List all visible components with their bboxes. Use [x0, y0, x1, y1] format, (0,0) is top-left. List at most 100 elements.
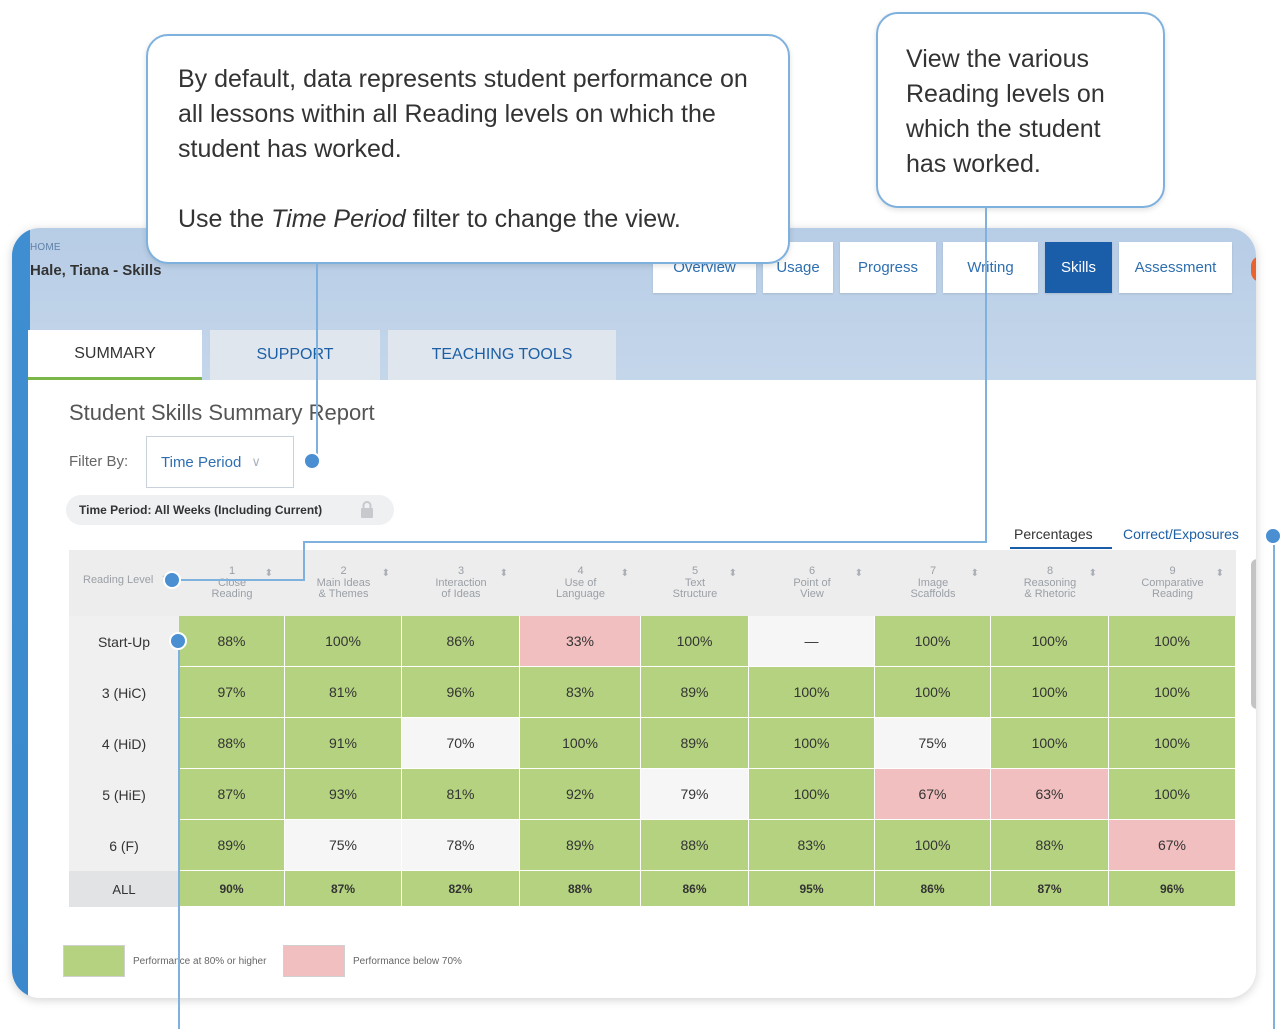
tab-assessment[interactable]: Assessment: [1119, 242, 1232, 293]
table-cell[interactable]: 91%: [285, 718, 402, 769]
table-cell[interactable]: 83%: [749, 820, 875, 871]
table-cell[interactable]: 100%: [1109, 667, 1236, 718]
time-period-chip-label: Time Period: All Weeks (Including Curren…: [79, 503, 323, 517]
header-skill-line2: & Rhetoric: [1024, 588, 1076, 600]
table-cell[interactable]: 63%: [991, 769, 1109, 820]
sort-icon[interactable]: ⬍: [729, 568, 737, 579]
table-scrollbar[interactable]: [1251, 559, 1256, 709]
header-skill-4[interactable]: 4 Use of Language ⬍: [520, 550, 641, 616]
table-cell[interactable]: 100%: [285, 616, 402, 667]
table-cell-all[interactable]: 95%: [749, 871, 875, 907]
table-cell[interactable]: 100%: [749, 718, 875, 769]
table-cell[interactable]: 100%: [520, 718, 641, 769]
table-cell[interactable]: 89%: [641, 718, 749, 769]
header-skill-line2: of Ideas: [441, 588, 481, 600]
table-cell[interactable]: 97%: [179, 667, 285, 718]
table-cell[interactable]: 81%: [402, 769, 520, 820]
tab-skills[interactable]: Skills: [1045, 242, 1112, 293]
table-cell[interactable]: 70%: [402, 718, 520, 769]
subtab-summary[interactable]: SUMMARY: [28, 330, 202, 380]
table-cell[interactable]: 83%: [520, 667, 641, 718]
row-label: 4 (HiD): [69, 718, 179, 769]
table-cell[interactable]: 92%: [520, 769, 641, 820]
table-cell[interactable]: 100%: [875, 667, 991, 718]
sort-icon[interactable]: ⬍: [855, 568, 863, 579]
sort-icon[interactable]: ⬍: [621, 568, 629, 579]
table-cell[interactable]: 100%: [875, 820, 991, 871]
callout-dot-startup: [169, 632, 187, 650]
table-cell[interactable]: 88%: [641, 820, 749, 871]
table-cell[interactable]: 75%: [875, 718, 991, 769]
table-cell[interactable]: 100%: [991, 616, 1109, 667]
table-cell[interactable]: 100%: [991, 667, 1109, 718]
row-label: 3 (HiC): [69, 667, 179, 718]
table-cell-all[interactable]: 82%: [402, 871, 520, 907]
table-cell[interactable]: —: [749, 616, 875, 667]
table-cell-all[interactable]: 86%: [641, 871, 749, 907]
tab-progress[interactable]: Progress: [840, 242, 936, 293]
table-header: Reading Level⬍1CloseReading⬍2Main Ideas&…: [69, 550, 1236, 616]
connector-reading-drop: [303, 541, 305, 580]
table-cell[interactable]: 100%: [1109, 616, 1236, 667]
table-cell[interactable]: 89%: [179, 820, 285, 871]
header-skill-5[interactable]: 5 Text Structure ⬍: [641, 550, 749, 616]
table-cell[interactable]: 100%: [1109, 769, 1236, 820]
table-cell[interactable]: 78%: [402, 820, 520, 871]
callout-dot-reading-level: [163, 571, 181, 589]
table-cell[interactable]: 75%: [285, 820, 402, 871]
report-title: Student Skills Summary Report: [69, 400, 375, 425]
table-cell-all[interactable]: 88%: [520, 871, 641, 907]
table-cell[interactable]: 79%: [641, 769, 749, 820]
table-cell-all[interactable]: 96%: [1109, 871, 1236, 907]
table-cell-all[interactable]: 86%: [875, 871, 991, 907]
subtab-support[interactable]: SUPPORT: [210, 330, 380, 380]
table-cell[interactable]: 100%: [991, 718, 1109, 769]
table-cell[interactable]: 93%: [285, 769, 402, 820]
notification-badge[interactable]: [1251, 256, 1256, 282]
table-cell[interactable]: 86%: [402, 616, 520, 667]
sort-icon[interactable]: ⬍: [500, 568, 508, 579]
table-cell[interactable]: 88%: [991, 820, 1109, 871]
table-cell-all[interactable]: 90%: [179, 871, 285, 907]
view-percentages[interactable]: Percentages: [1014, 526, 1093, 542]
sort-icon[interactable]: ⬍: [971, 568, 979, 579]
table-cell[interactable]: 89%: [641, 667, 749, 718]
time-period-dropdown[interactable]: Time Period ∨: [146, 436, 294, 488]
breadcrumb-home[interactable]: HOME: [30, 242, 61, 253]
table-cell[interactable]: 96%: [402, 667, 520, 718]
table-cell-all[interactable]: 87%: [285, 871, 402, 907]
header-skill-6[interactable]: 6 Point of View ⬍: [749, 550, 875, 616]
header-skill-3[interactable]: 3 Interaction of Ideas ⬍: [402, 550, 520, 616]
table-cell[interactable]: 88%: [179, 616, 285, 667]
sort-icon[interactable]: ⬍: [1089, 568, 1097, 579]
table-cell[interactable]: 100%: [875, 616, 991, 667]
table-cell[interactable]: 88%: [179, 718, 285, 769]
table-cell[interactable]: 67%: [875, 769, 991, 820]
table-cell[interactable]: 33%: [520, 616, 641, 667]
table-cell[interactable]: 100%: [1109, 718, 1236, 769]
table-cell[interactable]: 100%: [641, 616, 749, 667]
table-cell[interactable]: 87%: [179, 769, 285, 820]
sort-icon[interactable]: ⬍: [265, 568, 273, 579]
table-cell[interactable]: 67%: [1109, 820, 1236, 871]
table-cell[interactable]: 89%: [520, 820, 641, 871]
header-reading-level[interactable]: Reading Level⬍: [69, 550, 179, 616]
header-skill-line2: Scaffolds: [910, 588, 956, 600]
header-skill-9[interactable]: 9 Comparative Reading ⬍: [1109, 550, 1236, 616]
callout-dot-filter: [303, 452, 321, 470]
header-skill-7[interactable]: 7 Image Scaffolds ⬍: [875, 550, 991, 616]
table-row: 6 (F) 89% 75% 78% 89% 88% 83% 100% 88% 67%: [69, 820, 1236, 871]
table-cell-all[interactable]: 87%: [991, 871, 1109, 907]
header-skill-1[interactable]: 1 Close Reading ⬍: [179, 550, 285, 616]
subtab-teaching-tools[interactable]: TEACHING TOOLS: [388, 330, 616, 380]
table-cell[interactable]: 81%: [285, 667, 402, 718]
sort-icon[interactable]: ⬍: [382, 568, 390, 579]
connector-reading-vertical: [985, 206, 987, 542]
sort-icon[interactable]: ⬍: [1216, 568, 1224, 579]
header-skill-8[interactable]: 8 Reasoning & Rhetoric ⬍: [991, 550, 1109, 616]
table-cell[interactable]: 100%: [749, 769, 875, 820]
table-row: 3 (HiC) 97% 81% 96% 83% 89% 100% 100% 100% 100%: [69, 667, 1236, 718]
tab-writing[interactable]: Writing: [943, 242, 1038, 293]
table-cell[interactable]: 100%: [749, 667, 875, 718]
view-correct-exposures[interactable]: Correct/Exposures: [1123, 526, 1239, 542]
